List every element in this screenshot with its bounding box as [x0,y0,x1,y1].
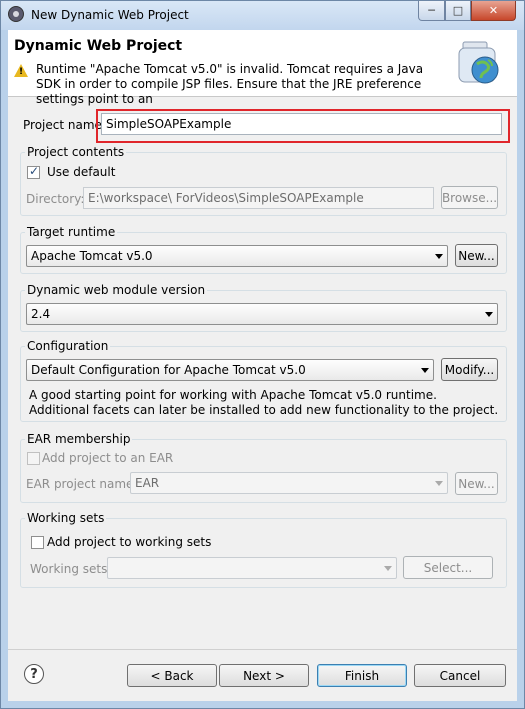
configuration-value: Default Configuration for Apache Tomcat … [31,363,306,377]
close-button[interactable]: ✕ [471,1,516,21]
configuration-label: Configuration [25,339,111,353]
ear-label: EAR membership [25,432,133,446]
next-button[interactable]: Next > [219,664,309,687]
configuration-select[interactable]: Default Configuration for Apache Tomcat … [26,359,434,381]
minimize-button[interactable]: ─ [418,1,445,21]
project-contents-label: Project contents [25,145,127,159]
ear-project-name-label: EAR project name: [26,477,138,491]
cancel-button[interactable]: Cancel [414,664,506,687]
chevron-down-icon [384,566,392,571]
select-working-sets-button[interactable]: Select... [403,556,493,579]
chevron-down-icon [435,254,443,259]
chevron-down-icon [421,368,429,373]
eclipse-app-icon [8,6,24,22]
target-runtime-value: Apache Tomcat v5.0 [31,249,153,263]
globe-jar-icon [458,41,499,84]
chevron-down-icon [485,312,493,317]
close-icon: ✕ [488,4,499,17]
browse-button[interactable]: Browse... [441,186,498,209]
add-to-working-sets-label[interactable]: Add project to working sets [47,535,211,549]
page-title: Dynamic Web Project [14,38,183,54]
footer-separator [8,649,517,650]
ear-project-select[interactable]: EAR [130,472,448,494]
target-runtime-label: Target runtime [25,225,118,239]
use-default-checkbox[interactable] [27,164,40,179]
working-sets-label: Working sets [25,511,107,525]
add-to-ear-checkbox[interactable] [27,452,40,465]
directory-input[interactable]: E:\workspace\ ForVideos\SimpleSOAPExampl… [83,187,434,209]
chevron-down-icon [435,481,443,486]
back-button[interactable]: < Back [127,664,217,687]
warning-mark: ! [19,67,24,77]
maximize-icon: □ [452,4,464,17]
window-title: New Dynamic Web Project [31,8,189,22]
ear-project-value: EAR [135,476,160,490]
add-to-working-sets-checkbox[interactable] [31,536,44,549]
directory-label: Directory: [26,192,85,206]
maximize-button[interactable]: □ [445,1,471,21]
new-runtime-button[interactable]: New... [455,244,498,267]
help-icon[interactable]: ? [24,664,44,684]
web-module-label: Dynamic web module version [25,283,208,297]
web-module-value: 2.4 [31,307,51,321]
header-message: Runtime "Apache Tomcat v5.0" is invalid.… [36,62,424,106]
new-ear-button[interactable]: New... [455,472,498,495]
configuration-description: A good starting point for working with A… [29,388,499,417]
add-to-ear-label[interactable]: Add project to an EAR [42,451,173,465]
minimize-icon: ─ [428,4,435,17]
working-sets-select[interactable] [107,557,397,579]
web-module-select[interactable]: 2.4 [26,303,498,325]
working-sets-field-label: Working sets: [30,562,112,576]
modify-button[interactable]: Modify... [441,358,498,381]
project-name-label: Project name: [23,118,106,132]
highlight-annotation [96,109,510,143]
finish-button[interactable]: Finish [317,664,407,687]
target-runtime-select[interactable]: Apache Tomcat v5.0 [26,245,448,267]
use-default-label[interactable]: Use default [47,165,115,179]
